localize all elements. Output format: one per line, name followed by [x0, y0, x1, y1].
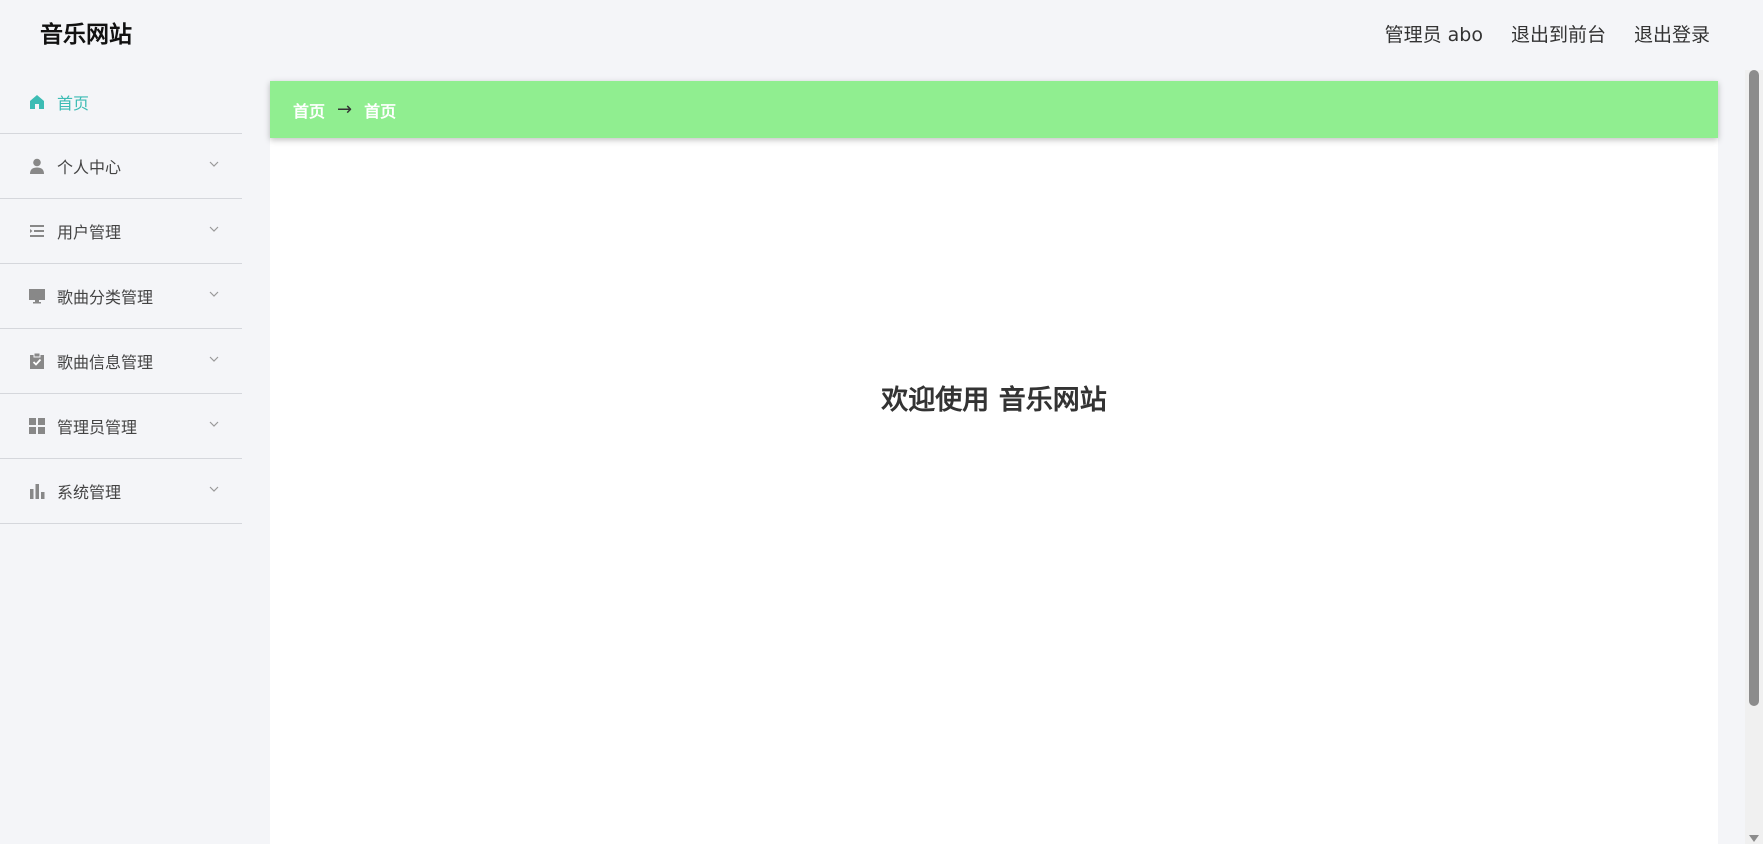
breadcrumb-root[interactable]: 首页 — [293, 98, 325, 122]
page-scrollbar[interactable] — [1745, 70, 1763, 844]
header-links: 管理员 abo 退出到前台 退出登录 — [1385, 22, 1710, 48]
breadcrumb-arrow-icon: → — [337, 99, 353, 120]
sidebar-item-admin-management[interactable]: 管理员管理 — [0, 394, 242, 459]
exit-to-front-link[interactable]: 退出到前台 — [1511, 22, 1606, 48]
sidebar-item-user-management[interactable]: 用户管理 — [0, 199, 242, 264]
sidebar-item-system-management[interactable]: 系统管理 — [0, 459, 242, 524]
sidebar-item-personal-center[interactable]: 个人中心 — [0, 134, 242, 199]
sidebar-item-label: 首页 — [57, 93, 90, 113]
scroll-down-arrow-icon[interactable] — [1749, 835, 1759, 842]
sidebar-menu: 首页 个人中心 用户管理 歌曲分类管理 歌曲信息管理 管理员管理 系统管理 — [0, 70, 242, 844]
main-content — [270, 81, 1718, 844]
sidebar-item-song-category[interactable]: 歌曲分类管理 — [0, 264, 242, 329]
sidebar-item-label: 个人中心 — [57, 158, 122, 177]
list-icon — [28, 222, 46, 240]
scrollbar-thumb[interactable] — [1749, 70, 1759, 706]
breadcrumb: 首页 → 首页 — [270, 81, 1718, 138]
home-icon — [28, 93, 46, 111]
monitor-icon — [28, 287, 46, 305]
sidebar-item-song-info[interactable]: 歌曲信息管理 — [0, 329, 242, 394]
clipboard-icon — [28, 352, 46, 370]
chevron-down-icon — [209, 161, 219, 167]
current-user-label: 管理员 abo — [1384, 24, 1483, 46]
sidebar-item-label: 系统管理 — [57, 483, 122, 502]
sidebar-item-label: 用户管理 — [57, 223, 122, 242]
site-title: 音乐网站 — [40, 22, 132, 48]
chevron-down-icon — [209, 421, 219, 427]
chevron-down-icon — [209, 291, 219, 297]
bar-chart-icon — [28, 482, 46, 500]
chevron-down-icon — [209, 356, 219, 362]
welcome-heading: 欢迎使用 音乐网站 — [881, 385, 1107, 416]
top-header: 音乐网站 管理员 abo 退出到前台 退出登录 — [0, 0, 1745, 70]
breadcrumb-current: 首页 — [364, 101, 397, 121]
logout-link[interactable]: 退出登录 — [1634, 22, 1710, 48]
chevron-down-icon — [209, 486, 219, 492]
chevron-down-icon — [209, 226, 219, 232]
grid-icon — [28, 417, 46, 435]
person-icon — [28, 157, 46, 175]
sidebar-item-home[interactable]: 首页 — [0, 70, 242, 134]
sidebar-item-label: 歌曲分类管理 — [57, 288, 154, 307]
sidebar-item-label: 管理员管理 — [57, 418, 138, 437]
sidebar-item-label: 歌曲信息管理 — [57, 353, 154, 372]
